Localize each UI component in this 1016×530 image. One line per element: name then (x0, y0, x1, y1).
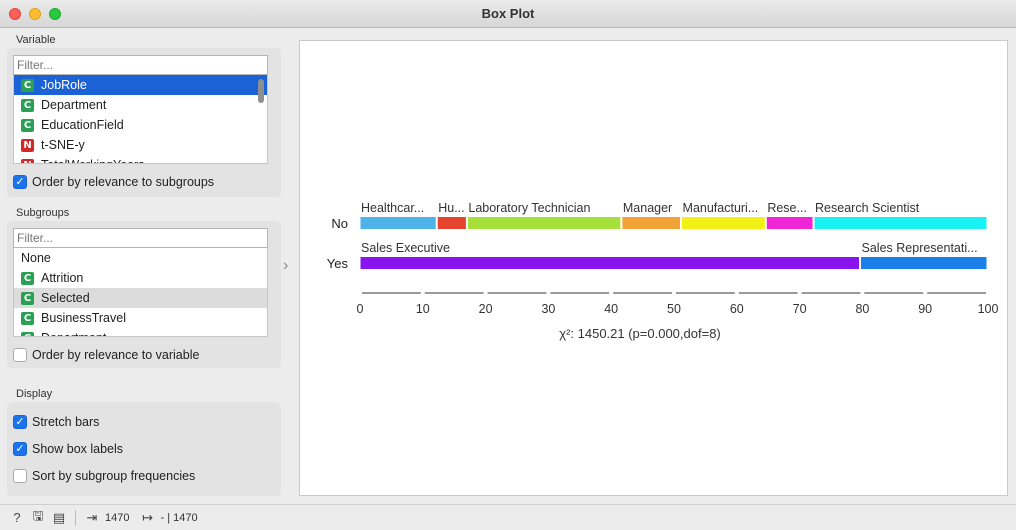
checkbox-indicator: ✓ (13, 469, 27, 483)
window-title: Box Plot (481, 6, 535, 21)
collapse-panel-arrow-icon[interactable]: › (283, 257, 288, 275)
x-tick-label: 20 (479, 302, 493, 316)
row-label: Yes (327, 256, 349, 271)
x-tick-label: 80 (855, 302, 869, 316)
variable-list-scrollbar[interactable] (258, 79, 264, 103)
subgroups-list-item-label: Selected (41, 291, 90, 305)
x-tick-label: 60 (730, 302, 744, 316)
subgroups-list-item-label: BusinessTravel (41, 311, 126, 325)
variable-list-item-label: JobRole (41, 78, 87, 92)
categorical-type-icon: C (21, 311, 34, 325)
subgroups-section-label: Subgroups (16, 207, 70, 219)
x-tick-label: 30 (541, 302, 555, 316)
subgroups-list-item[interactable]: None (14, 248, 267, 268)
row-label: No (331, 216, 348, 231)
variable-list[interactable]: C JobRole C Department C EducationField Nt-SNE… (13, 75, 268, 164)
bar-segment-label: Healthcar... (361, 201, 424, 215)
x-tick-label: 50 (667, 302, 681, 316)
bar-segment[interactable] (682, 217, 765, 229)
display-section-label: Display (16, 388, 53, 400)
subgroups-list-item-label: None (21, 251, 51, 265)
save-icon[interactable]: 🖫 (30, 507, 46, 529)
categorical-type-icon: C (21, 291, 34, 305)
variable-list-item-label: Department (41, 98, 107, 112)
box-plot-chart: χ²: 1450.21 (p=0.000,dof=8) No Healthcar.… (327, 201, 999, 341)
subgroups-list[interactable]: NoneCAttritionCSelectedCBusinessTravelCD… (13, 248, 268, 337)
chi-square-statistic: χ²: 1450.21 (p=0.000,dof=8) (559, 326, 721, 341)
bar-segment[interactable] (360, 257, 860, 269)
bar-segment-label: Manufacturi... (683, 201, 759, 215)
subgroups-list-item-label: Department (41, 328, 106, 336)
bar-segment-label: Laboratory Technician (468, 201, 590, 215)
report-icon[interactable]: ▤ (51, 510, 67, 526)
subgroups-list-item[interactable]: C Attrition (14, 268, 267, 288)
variable-list-item-label: TotalWorkingYears (41, 155, 145, 163)
bar-segment[interactable] (467, 217, 621, 229)
stretch-bars-checkbox[interactable]: ✓ Stretch bars (13, 415, 99, 429)
subgroups-list-item[interactable]: C Department (14, 328, 267, 336)
bar-segment[interactable] (437, 217, 466, 229)
variable-list-item[interactable]: C JobRole (14, 75, 267, 95)
categorical-type-icon: C (21, 98, 34, 112)
bar-segment[interactable] (861, 257, 987, 269)
bar-segment[interactable] (360, 217, 436, 229)
divider (75, 509, 76, 526)
checkbox-indicator: ✓ (13, 175, 27, 189)
order-by-relevance-subgroups-checkbox[interactable]: ✓ Order by relevance to subgroups (13, 175, 214, 189)
numeric-type-icon: N (21, 138, 34, 152)
help-icon[interactable]: ? (9, 510, 25, 525)
categorical-type-icon: C (21, 331, 34, 336)
variable-list-item[interactable]: C Department (14, 95, 267, 115)
x-tick-label: 100 (978, 302, 999, 316)
bar-segment[interactable] (622, 217, 681, 229)
bar-segment[interactable] (814, 217, 987, 229)
x-tick-label: 0 (357, 302, 364, 316)
checkbox-label: Sort by subgroup frequencies (32, 469, 196, 483)
box-plot-area: χ²: 1450.21 (p=0.000,dof=8) No Healthcar.… (299, 40, 1008, 496)
x-tick-label: 40 (604, 302, 618, 316)
bar-segment[interactable] (766, 217, 813, 229)
input-count: 1470 (105, 511, 130, 524)
subgroups-list-item[interactable]: C Selected (14, 288, 267, 308)
title-bar: Box Plot (0, 0, 1016, 28)
checkbox-indicator: ✓ (13, 348, 27, 362)
checkbox-indicator: ✓ (13, 415, 27, 429)
categorical-type-icon: C (21, 118, 34, 132)
input-icon: ⇥ (86, 509, 98, 525)
variable-list-item-label: t-SNE-y (41, 138, 85, 152)
categorical-type-icon: C (21, 271, 34, 285)
bar-segment-label: Research Scientist (815, 201, 920, 215)
categorical-type-icon: C (21, 78, 34, 92)
show-box-labels-checkbox[interactable]: ✓ Show box labels (13, 442, 123, 456)
checkbox-label: Order by relevance to subgroups (32, 175, 215, 189)
checkbox-label: Stretch bars (32, 415, 100, 429)
bar-segment-label: Hu... (438, 201, 464, 215)
subgroups-list-item-label: Attrition (41, 271, 84, 285)
sort-by-subgroup-frequencies-checkbox[interactable]: ✓ Sort by subgroup frequencies (13, 469, 195, 483)
x-tick-label: 90 (918, 302, 932, 316)
output-count: - | 1470 (160, 511, 198, 524)
status-bar: ? 🖫 ▤ ⇥ 1470 ↦ - | 1470 (0, 504, 1016, 530)
x-tick-label: 10 (416, 302, 430, 316)
variable-list-item[interactable]: Nt-SNE-y (14, 135, 267, 155)
variable-list-item[interactable]: N TotalWorkingYears (14, 155, 267, 163)
output-icon: ↦ (142, 509, 153, 525)
checkbox-label: Order by relevance to variable (32, 348, 200, 362)
variable-list-item[interactable]: C EducationField (14, 115, 267, 135)
bar-segment-label: Manager (623, 201, 672, 215)
subgroups-filter-input[interactable] (13, 228, 268, 248)
checkbox-indicator: ✓ (13, 442, 27, 456)
order-by-relevance-variable-checkbox[interactable]: ✓ Order by relevance to variable (13, 348, 199, 362)
numeric-type-icon: N (21, 158, 34, 163)
variable-filter-input[interactable] (13, 55, 268, 75)
x-tick-label: 70 (793, 302, 807, 316)
variable-list-item-label: EducationField (41, 118, 124, 132)
subgroups-list-item[interactable]: C BusinessTravel (14, 308, 267, 328)
bar-segment-label: Sales Executive (361, 241, 450, 255)
variable-section-label: Variable (16, 34, 56, 46)
checkbox-label: Show box labels (32, 442, 124, 456)
bar-segment-label: Rese... (767, 201, 807, 215)
bar-segment-label: Sales Representati... (862, 241, 978, 255)
